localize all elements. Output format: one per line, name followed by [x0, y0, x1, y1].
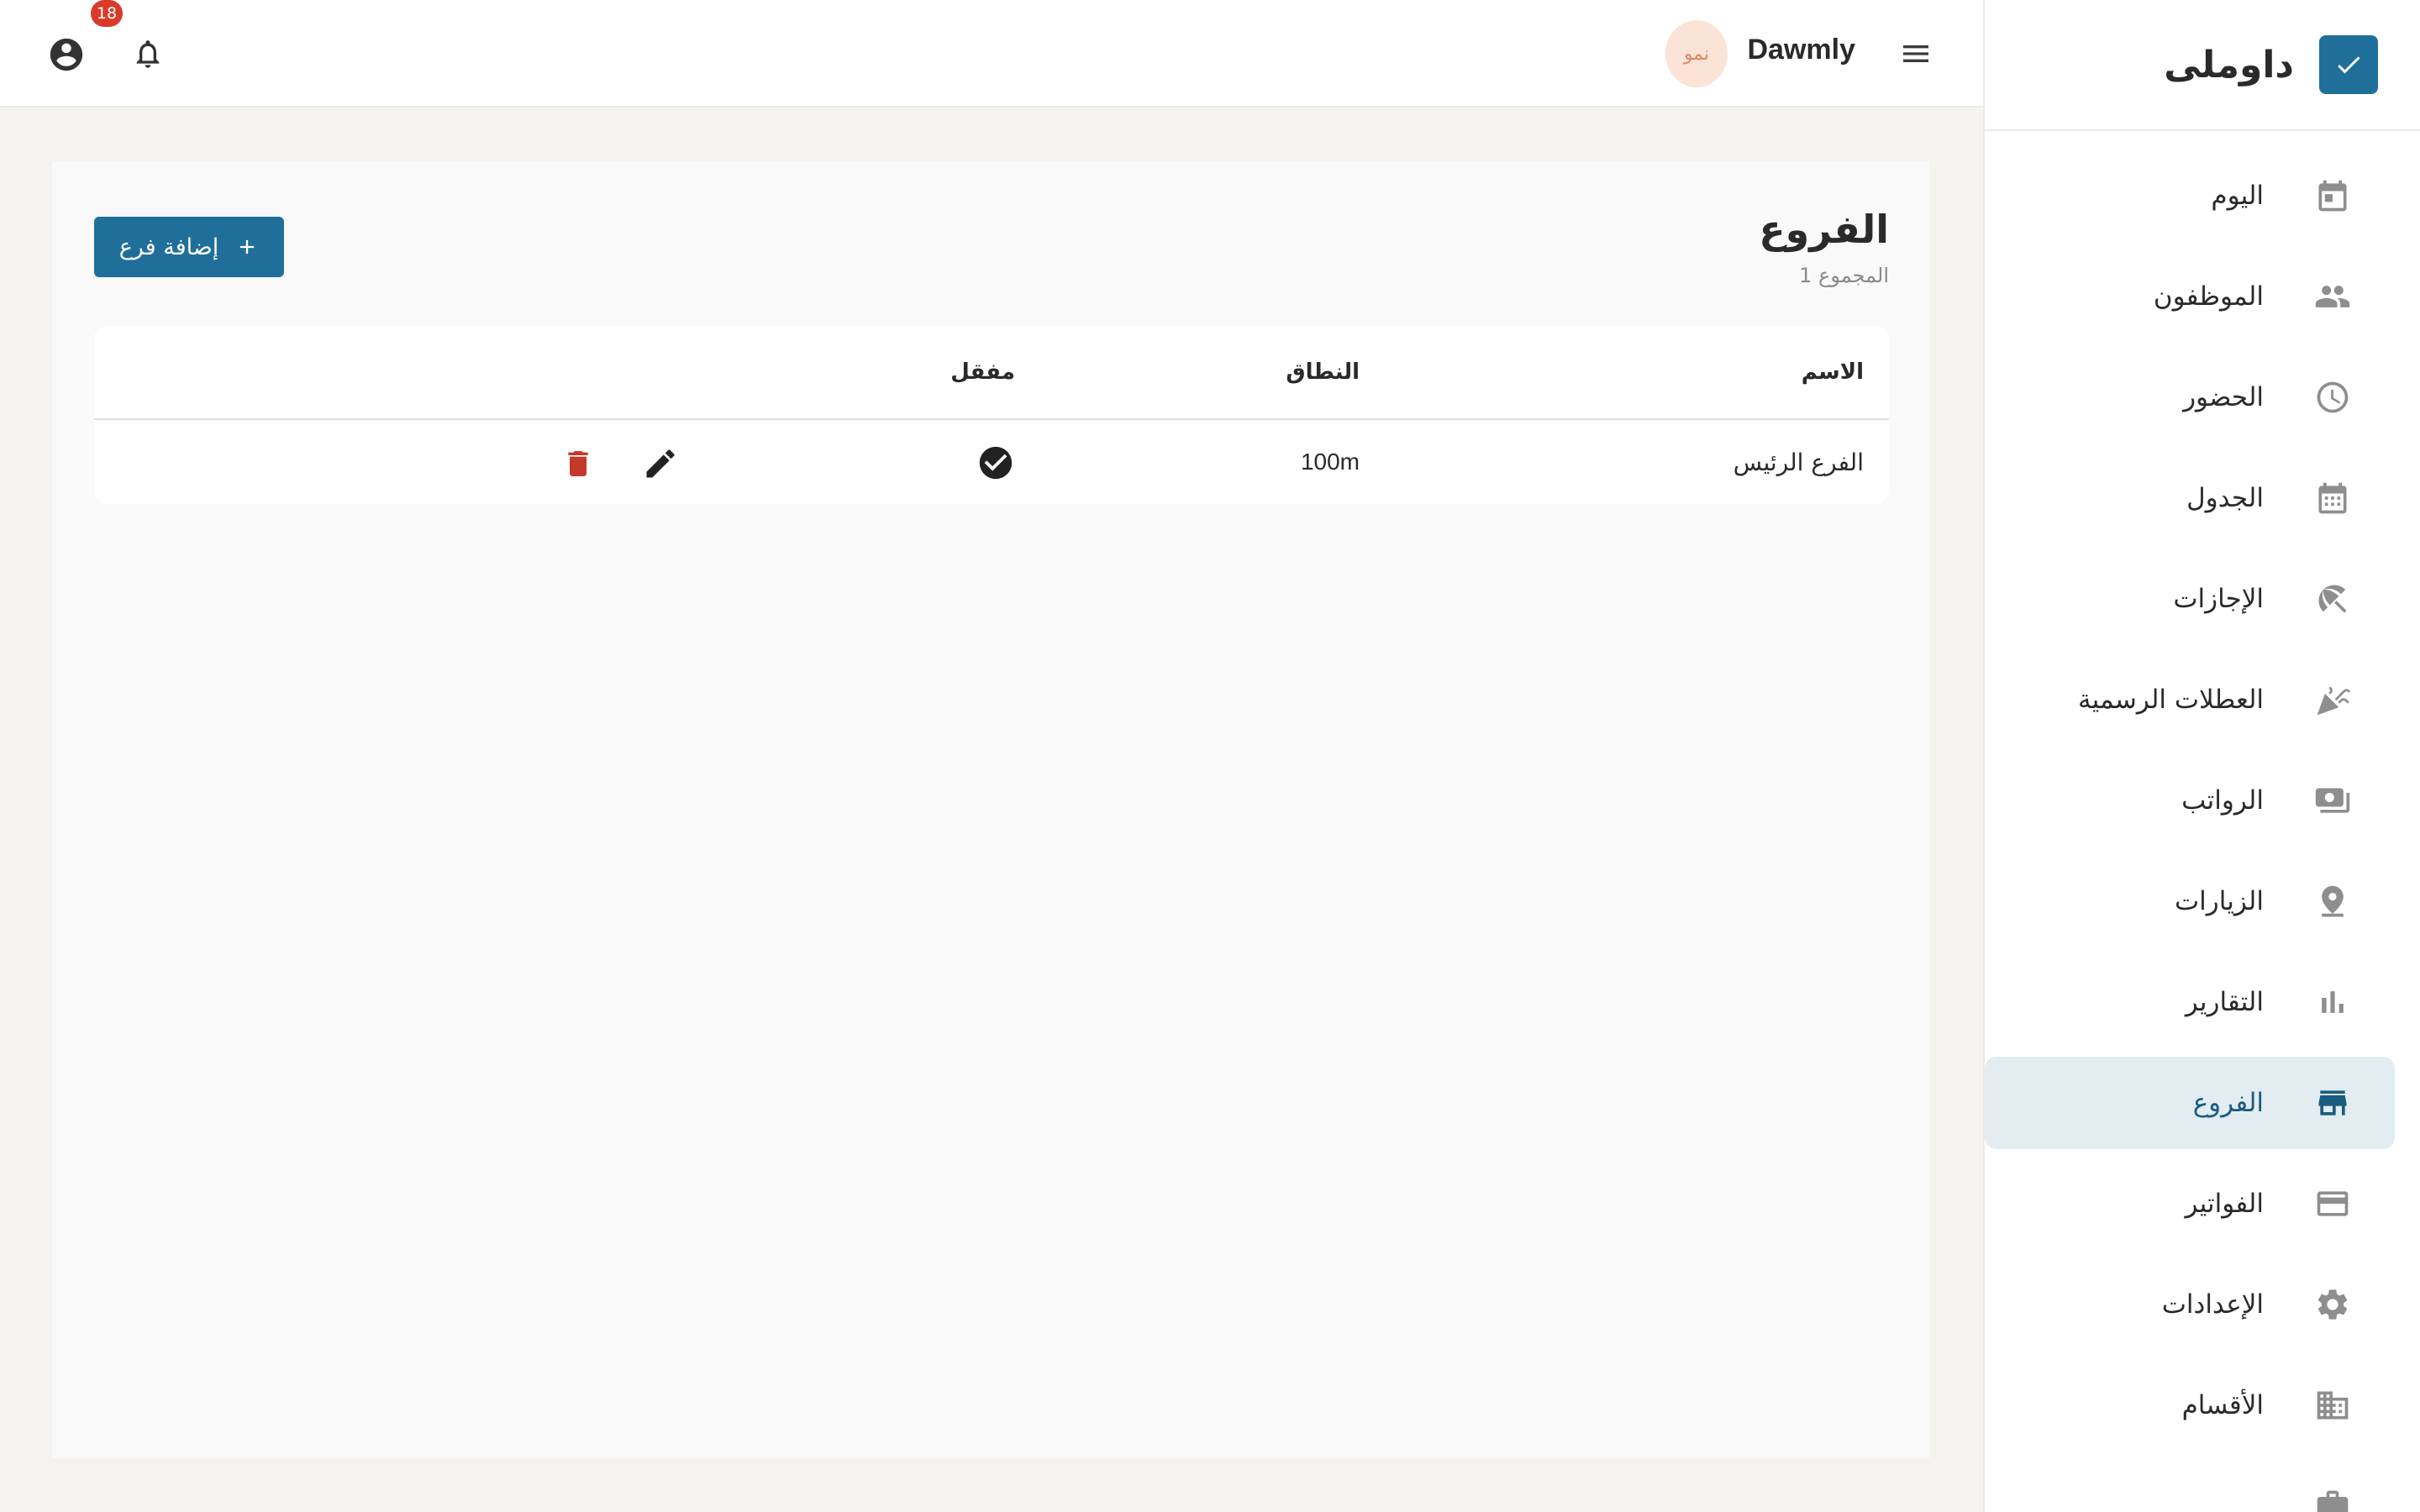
sidebar-item-schedule[interactable]: الجدول [1985, 452, 2395, 544]
celebration-icon [2314, 681, 2351, 718]
sidebar-item-label: الإعدادات [2161, 1289, 2264, 1320]
credit-card-icon [2314, 1185, 2351, 1222]
branch-name: الفرع الرئيس [1733, 449, 1864, 476]
branch-range: 100m [1300, 449, 1360, 475]
sidebar-item-leaves[interactable]: الإجازات [1985, 553, 2395, 645]
calendar-today-icon [2314, 177, 2351, 214]
sidebar-item-attendance[interactable]: الحضور [1985, 351, 2395, 444]
sidebar-item-label: الأقسام [2181, 1390, 2264, 1420]
app: داوملى اليوم الموظفون الحضور الجدول الإج… [0, 0, 2420, 1512]
gear-icon [2314, 1286, 2351, 1323]
sidebar-item-label: الإجازات [2173, 584, 2264, 614]
menu-icon[interactable] [1899, 37, 1933, 71]
column-header-locked[interactable]: مفقل [950, 360, 1015, 385]
branches-table: الاسم النطاق مفقل الفرع الرئيس 100m [94, 326, 1889, 504]
user-name[interactable]: Dawmly [1748, 34, 1856, 66]
location-pin-icon [2314, 883, 2351, 920]
sidebar-item-visits[interactable]: الزيارات [1985, 855, 2395, 948]
delete-icon[interactable] [561, 445, 595, 482]
avatar[interactable]: نمو [1665, 20, 1728, 87]
calendar-grid-icon [2314, 480, 2351, 517]
sidebar-item-label: اليوم [2211, 181, 2264, 211]
store-icon [2314, 1084, 2351, 1121]
sidebar-item-departments[interactable]: الأقسام [1985, 1359, 2395, 1452]
column-header-range[interactable]: النطاق [1286, 360, 1360, 385]
sidebar-item-label: الرواتب [2181, 785, 2264, 816]
top-header: 18 نمو Dawmly [0, 0, 1983, 108]
sidebar-item-label: الجدول [2186, 483, 2264, 513]
account-icon[interactable] [47, 35, 86, 74]
payments-icon [2314, 782, 2351, 819]
sidebar-item-partial[interactable] [1985, 1460, 2395, 1512]
sidebar-item-reports[interactable]: التقارير [1985, 956, 2395, 1048]
sidebar-item-label: الفروع [2192, 1088, 2264, 1118]
sidebar-item-label: التقارير [2185, 987, 2264, 1017]
sidebar-item-holidays[interactable]: العطلات الرسمية [1985, 654, 2395, 746]
sidebar-item-employees[interactable]: الموظفون [1985, 250, 2395, 343]
bar-chart-icon [2314, 984, 2351, 1021]
column-header-name[interactable]: الاسم [1802, 360, 1864, 385]
notification-bell-icon[interactable] [131, 37, 165, 71]
sidebar-nav: اليوم الموظفون الحضور الجدول الإجازات ال… [1985, 131, 2420, 1512]
table-header: الاسم النطاق مفقل [94, 326, 1889, 420]
sidebar-item-payroll[interactable]: الرواتب [1985, 754, 2395, 847]
sidebar-item-branches[interactable]: الفروع [1985, 1057, 2395, 1149]
add-branch-button[interactable]: إضافة فرع [94, 217, 284, 277]
building-icon [2314, 1387, 2351, 1424]
sidebar-item-label: الفواتير [2185, 1189, 2264, 1219]
briefcase-icon [2314, 1488, 2351, 1512]
people-icon [2314, 278, 2351, 315]
sidebar-item-today[interactable]: اليوم [1985, 150, 2395, 242]
sidebar-item-label: العطلات الرسمية [2077, 685, 2264, 715]
edit-icon[interactable] [642, 445, 679, 482]
plus-icon [240, 239, 255, 255]
brand-name: داوملى [2164, 43, 2294, 87]
sidebar-item-invoices[interactable]: الفواتير [1985, 1158, 2395, 1250]
sidebar-item-label: الموظفون [2153, 281, 2264, 312]
notification-badge: 18 [91, 0, 123, 27]
sidebar-item-settings[interactable]: الإعدادات [1985, 1258, 2395, 1351]
table-row: الفرع الرئيس 100m [94, 420, 1889, 504]
total-count: 1 المجموع [1799, 264, 1889, 287]
clock-icon [2314, 379, 2351, 416]
brand-logo-icon [2319, 35, 2378, 94]
check-circle-icon [976, 444, 1015, 482]
page-title: الفروع [1759, 207, 1889, 252]
brand: داوملى [1985, 0, 2420, 131]
branches-card: الفروع 1 المجموع إضافة فرع الاسم النطاق … [52, 161, 1929, 1458]
sidebar-item-label: الحضور [2183, 382, 2264, 412]
beach-umbrella-icon [2314, 580, 2351, 617]
sidebar: داوملى اليوم الموظفون الحضور الجدول الإج… [1983, 0, 2420, 1512]
sidebar-item-label: الزيارات [2174, 886, 2264, 916]
add-branch-label: إضافة فرع [118, 234, 219, 260]
